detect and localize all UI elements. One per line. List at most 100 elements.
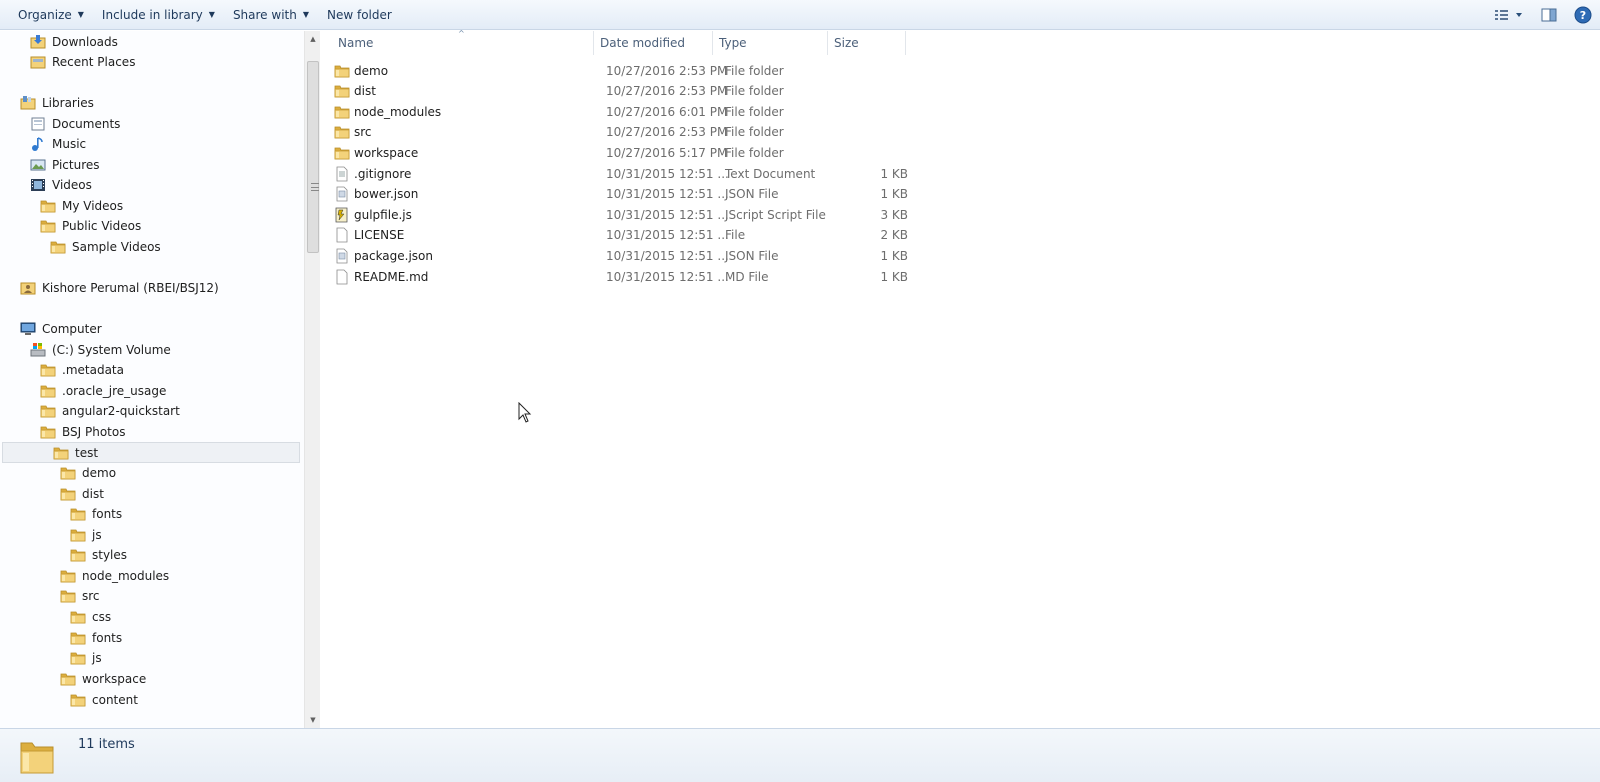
nav-item-src[interactable]: src — [0, 585, 300, 606]
file-row[interactable]: .gitignore 10/31/2015 12:51 ... Text Docum… — [332, 163, 1232, 184]
file-size — [840, 101, 908, 122]
nav-item-workspace[interactable]: workspace — [0, 668, 300, 689]
blank-file-icon — [334, 269, 350, 285]
file-row[interactable]: README.md 10/31/2015 12:51 ... MD File 1 KB — [332, 266, 1232, 287]
file-row[interactable]: node_modules 10/27/2016 6:01 PM File folde… — [332, 101, 1232, 122]
nav-item-label: Public Videos — [62, 218, 142, 233]
share-with-button[interactable]: Share with ▼ — [224, 0, 318, 30]
file-size: 1 KB — [880, 269, 908, 284]
file-type: Text Document — [725, 166, 816, 181]
file-size: 1 KB — [880, 187, 908, 202]
nav-item-sample-videos[interactable]: Sample Videos — [0, 236, 300, 257]
file-name-cell: package.json — [334, 245, 433, 266]
nav-item-label: BSJ Photos — [62, 424, 126, 439]
nav-item-angular2-quickstart[interactable]: angular2-quickstart — [0, 400, 300, 421]
folder-icon — [50, 239, 66, 255]
scroll-up-icon[interactable]: ▲ — [305, 31, 321, 47]
nav-item-js[interactable]: js — [0, 524, 300, 545]
nav-item-pictures[interactable]: Pictures — [0, 154, 300, 175]
user-folder-icon — [20, 280, 36, 296]
nav-item-test[interactable]: test — [2, 442, 300, 463]
nav-item-demo[interactable]: demo — [0, 462, 300, 483]
navigation-pane: Downloads Recent Places Libraries Documents… — [0, 31, 304, 728]
file-date-modified: 10/27/2016 5:17 PM — [606, 145, 728, 160]
nav-item-label: css — [92, 609, 112, 624]
file-row[interactable]: dist 10/27/2016 2:53 PM File folder — [332, 81, 1232, 102]
nav-item-styles[interactable]: styles — [0, 544, 300, 565]
nav-item-c-system-volume[interactable]: (C:) System Volume — [0, 339, 300, 360]
view-options-icon[interactable] — [1492, 4, 1526, 26]
file-name: .gitignore — [354, 166, 412, 181]
nav-item-kishore-perumal-rbei-bsj12[interactable]: Kishore Perumal (RBEI/BSJ12) — [0, 277, 300, 298]
file-name: README.md — [354, 269, 429, 284]
nav-item-recent-places[interactable]: Recent Places — [0, 51, 300, 72]
mouse-cursor-icon — [518, 402, 532, 423]
nav-item-fonts[interactable]: fonts — [0, 503, 300, 524]
file-row[interactable]: workspace 10/27/2016 5:17 PM File folder — [332, 142, 1232, 163]
column-header-date[interactable]: Date modified — [594, 31, 713, 55]
nav-item-js[interactable]: js — [0, 647, 300, 668]
file-type: File folder — [725, 104, 784, 119]
nav-item-label: .metadata — [62, 362, 124, 377]
new-folder-button[interactable]: New folder — [318, 0, 401, 30]
nav-item-node-modules[interactable]: node_modules — [0, 565, 300, 586]
column-date-label: Date modified — [600, 36, 686, 50]
nav-item-bsj-photos[interactable]: BSJ Photos — [0, 421, 300, 442]
file-row[interactable]: package.json 10/31/2015 12:51 ... JSON Fil… — [332, 245, 1232, 266]
nav-item-content[interactable]: content — [0, 689, 300, 710]
file-type: File folder — [725, 145, 784, 160]
nav-item-css[interactable]: css — [0, 606, 300, 627]
text-file-icon — [334, 166, 350, 182]
blank-file-icon — [334, 227, 350, 243]
nav-item-oracle-jre-usage[interactable]: .oracle_jre_usage — [0, 380, 300, 401]
toolbar-right-group: ? — [1486, 0, 1600, 30]
file-name: gulpfile.js — [354, 207, 412, 222]
folder-icon — [60, 568, 76, 584]
organize-button[interactable]: Organize ▼ — [9, 0, 93, 30]
file-row[interactable]: demo 10/27/2016 2:53 PM File folder — [332, 60, 1232, 81]
help-icon[interactable]: ? — [1572, 4, 1594, 26]
nav-item-downloads[interactable]: Downloads — [0, 31, 300, 52]
file-row[interactable]: gulpfile.js 10/31/2015 12:51 ... JScript S… — [332, 204, 1232, 225]
file-type: File folder — [725, 63, 784, 78]
nav-item-label: Kishore Perumal (RBEI/BSJ12) — [42, 280, 219, 295]
navigation-scrollbar[interactable]: ▲ ▼ — [304, 31, 320, 728]
nav-item-label: Documents — [52, 116, 121, 131]
nav-item-music[interactable]: Music — [0, 133, 300, 154]
file-name: package.json — [354, 248, 434, 263]
folder-icon — [70, 650, 86, 666]
nav-item-public-videos[interactable]: Public Videos — [0, 215, 300, 236]
column-header-name[interactable]: Name ^ — [320, 29, 594, 55]
nav-item-metadata[interactable]: .metadata — [0, 359, 300, 380]
scroll-down-icon[interactable]: ▼ — [305, 712, 321, 728]
file-row[interactable]: bower.json 10/31/2015 12:51 ... JSON File 1… — [332, 184, 1232, 205]
nav-item-my-videos[interactable]: My Videos — [0, 195, 300, 216]
nav-item-computer[interactable]: Computer — [0, 318, 300, 339]
documents-library-icon — [30, 116, 46, 132]
scrollbar-thumb[interactable] — [307, 61, 319, 253]
nav-item-videos[interactable]: Videos — [0, 174, 300, 195]
videos-library-icon — [30, 177, 46, 193]
nav-item-libraries[interactable]: Libraries — [0, 92, 300, 113]
nav-item-label: demo — [82, 465, 117, 480]
folder-icon — [334, 124, 350, 140]
nav-item-dist[interactable]: dist — [0, 483, 300, 504]
column-header-size[interactable]: Size — [828, 31, 906, 55]
nav-item-label: Libraries — [42, 95, 94, 110]
nav-item-documents[interactable]: Documents — [0, 113, 300, 134]
file-date-modified: 10/31/2015 12:51 ... — [606, 166, 729, 181]
file-row[interactable]: LICENSE 10/31/2015 12:51 ... File 2 KB — [332, 225, 1232, 246]
include-in-library-button[interactable]: Include in library ▼ — [93, 0, 224, 30]
nav-item-fonts[interactable]: fonts — [0, 627, 300, 648]
chevron-down-icon: ▼ — [302, 10, 309, 19]
file-type: File folder — [725, 125, 784, 140]
nav-item-label: js — [92, 650, 102, 665]
file-name-cell: workspace — [334, 142, 418, 163]
nav-item-label: Downloads — [52, 34, 118, 49]
file-name-cell: bower.json — [334, 184, 418, 205]
file-row[interactable]: src 10/27/2016 2:53 PM File folder — [332, 122, 1232, 143]
column-header-type[interactable]: Type — [713, 31, 828, 55]
nav-item-label: styles — [92, 547, 128, 562]
file-size: 3 KB — [880, 207, 908, 222]
preview-pane-icon[interactable] — [1538, 4, 1560, 26]
